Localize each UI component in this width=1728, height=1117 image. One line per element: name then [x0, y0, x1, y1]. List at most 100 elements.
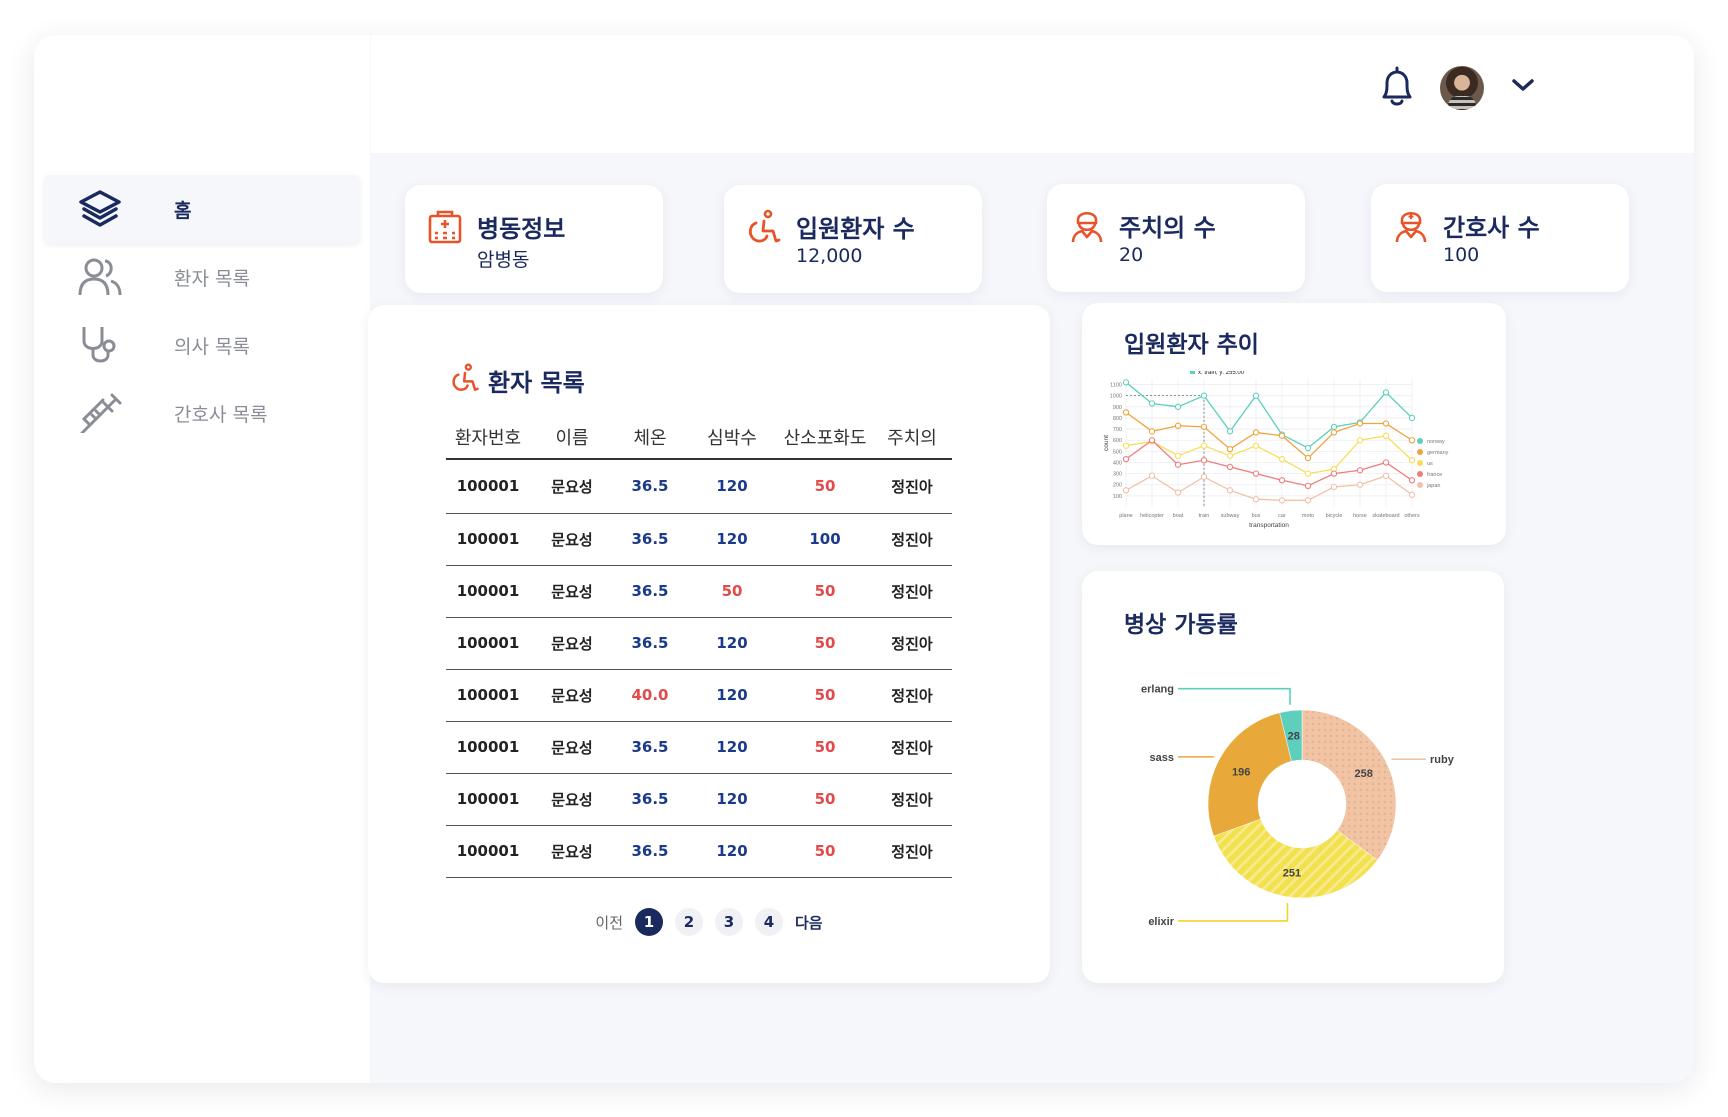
data-point — [1330, 470, 1338, 477]
sidebar-item-doctors[interactable]: 의사 목록 — [44, 311, 360, 379]
table-row[interactable]: 100001 문요성 36.5 120 50 정진아 — [446, 617, 952, 670]
data-point — [1304, 454, 1312, 462]
stat-value: 100 — [1443, 244, 1480, 266]
data-point — [1148, 472, 1156, 479]
sidebar-item-home[interactable]: 홈 — [44, 175, 360, 243]
x-tick-label: skateboard — [1372, 513, 1399, 519]
x-tick-label: horse — [1353, 513, 1367, 519]
data-point — [1252, 470, 1260, 477]
sidebar-item-nurses[interactable]: 간호사 목록 — [44, 379, 360, 447]
stat-card-nurses: 간호사 수 100 — [1371, 184, 1629, 292]
column-header: 산소포화도 — [778, 415, 872, 460]
patient-id-cell: 100001 — [446, 459, 530, 514]
avatar[interactable] — [1440, 66, 1484, 110]
x-tick-label: bicycle — [1326, 513, 1343, 519]
pagination-prev[interactable]: 이전 — [595, 912, 623, 933]
sidebar-item-patients[interactable]: 환자 목록 — [44, 243, 360, 311]
attending-doctor-cell: 정진아 — [872, 825, 952, 878]
data-point — [1200, 392, 1208, 399]
table-row[interactable]: 100001 문요성 36.5 120 50 정진아 — [446, 825, 952, 878]
attending-doctor-cell: 정진아 — [872, 721, 952, 774]
table-row[interactable]: 100001 문요성 36.5 120 50 정진아 — [446, 721, 952, 774]
legend-label: norway — [1427, 439, 1445, 445]
panel-title: 병상 가동률 — [1124, 612, 1238, 638]
bed-occupancy-panel: 병상 가동률 258 ruby 251 elixir 196 sass 28 erlang — [1082, 571, 1504, 983]
page-button[interactable]: 2 — [675, 908, 703, 936]
chevron-down-icon[interactable] — [1511, 77, 1535, 93]
y-tick-label: 300 — [1113, 472, 1122, 478]
heart-rate-cell: 120 — [686, 721, 778, 774]
patient-id-cell: 100001 — [446, 721, 530, 774]
stat-value: 20 — [1119, 244, 1144, 266]
bell-icon[interactable] — [1378, 65, 1416, 107]
page-button[interactable]: 1 — [635, 908, 663, 936]
x-tick-label: others — [1404, 513, 1420, 519]
slice-value-label: 251 — [1283, 867, 1301, 879]
x-tick-label: plane — [1119, 513, 1132, 519]
slice-value-label: 258 — [1354, 768, 1372, 780]
data-point — [1408, 457, 1416, 464]
temperature-cell: 36.5 — [614, 825, 686, 878]
column-header: 이름 — [530, 415, 614, 460]
data-point — [1382, 389, 1390, 396]
table-row[interactable]: 100001 문요성 36.5 120 50 정진아 — [446, 773, 952, 826]
data-point — [1356, 467, 1364, 474]
pagination: 이전 1 2 3 4 다음 — [368, 907, 1050, 937]
y-tick-label: 200 — [1113, 483, 1122, 489]
stat-title: 주치의 수 — [1119, 214, 1216, 242]
attending-doctor-cell: 정진아 — [872, 617, 952, 670]
temperature-cell: 36.5 — [614, 773, 686, 826]
data-point — [1226, 445, 1234, 453]
y-tick-label: 400 — [1113, 460, 1122, 466]
data-point — [1226, 487, 1234, 494]
legend-swatch — [1417, 460, 1423, 466]
patient-id-cell: 100001 — [446, 617, 530, 670]
page-button[interactable]: 4 — [755, 908, 783, 936]
sidebar-item-label: 환자 목록 — [174, 267, 250, 290]
x-tick-label: helicopter — [1140, 513, 1164, 519]
temperature-cell: 40.0 — [614, 669, 686, 722]
x-tick-label: car — [1278, 513, 1286, 519]
stat-value: 암병동 — [477, 249, 530, 271]
data-point — [1148, 400, 1156, 407]
slice-leader-line — [1178, 687, 1291, 705]
data-point — [1278, 432, 1286, 439]
attending-doctor-cell: 정진아 — [872, 513, 952, 566]
nurse-icon — [1395, 211, 1427, 243]
y-tick-label: 1100 — [1110, 383, 1122, 389]
pagination-next[interactable]: 다음 — [795, 912, 823, 933]
oxygen-saturation-cell: 100 — [778, 513, 872, 566]
column-header: 환자번호 — [446, 415, 530, 460]
data-point — [1356, 481, 1364, 488]
tooltip-text: x: train, y: 255.00 — [1198, 371, 1245, 376]
table-row[interactable]: 100001 문요성 36.5 50 50 정진아 — [446, 565, 952, 618]
oxygen-saturation-cell: 50 — [778, 669, 872, 722]
table-row[interactable]: 100001 문요성 36.5 120 100 정진아 — [446, 513, 952, 566]
x-tick-label: bus — [1252, 513, 1261, 519]
data-point — [1278, 455, 1286, 463]
data-point — [1252, 442, 1260, 449]
data-point — [1148, 428, 1156, 435]
data-point — [1174, 461, 1182, 468]
temperature-cell: 36.5 — [614, 617, 686, 670]
page-button[interactable]: 3 — [715, 908, 743, 936]
x-axis-label: transportation — [1249, 522, 1289, 529]
stat-card-inpatients: 입원환자 수 12,000 — [724, 185, 982, 293]
patient-list-panel: 환자 목록 환자번호 이름 체온 심박수 산소포화도 주치의 100001 문요성… — [368, 305, 1050, 983]
slice-name-label: erlang — [1141, 684, 1174, 696]
heart-rate-cell: 50 — [686, 565, 778, 618]
data-point — [1122, 455, 1130, 463]
column-header: 체온 — [614, 415, 686, 460]
table-header-row: 환자번호 이름 체온 심박수 산소포화도 주치의 — [446, 415, 952, 460]
table-row[interactable]: 100001 문요성 36.5 120 50 정진아 — [446, 459, 952, 514]
data-point — [1252, 496, 1260, 503]
table-row[interactable]: 100001 문요성 40.0 120 50 정진아 — [446, 669, 952, 722]
temperature-cell: 36.5 — [614, 565, 686, 618]
wheelchair-icon — [452, 363, 479, 391]
heart-rate-cell: 120 — [686, 513, 778, 566]
data-point — [1356, 420, 1364, 427]
attending-doctor-cell: 정진아 — [872, 459, 952, 514]
data-point — [1174, 452, 1182, 459]
data-point — [1356, 437, 1364, 444]
slice-leader-line — [1178, 902, 1289, 922]
